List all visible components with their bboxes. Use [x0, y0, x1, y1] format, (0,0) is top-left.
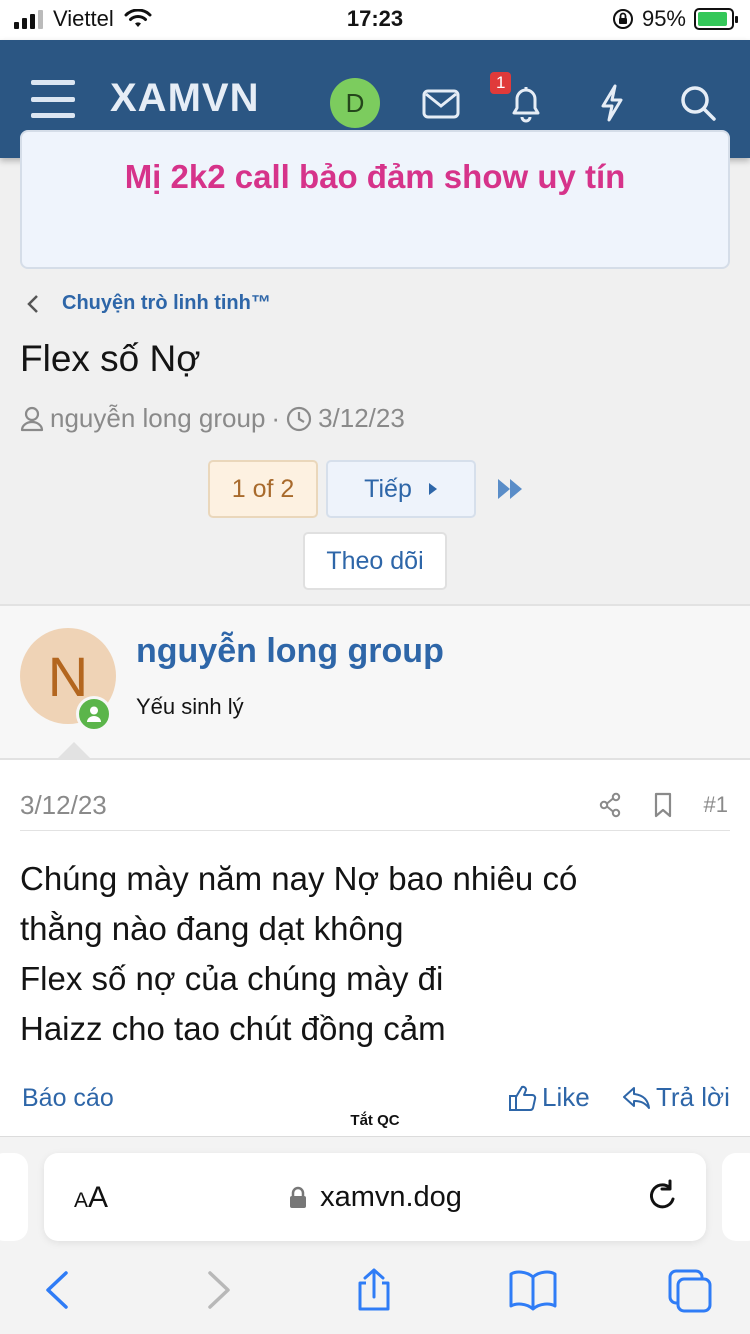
ad-toggle[interactable]: Tắt QC	[330, 1108, 420, 1133]
report-link[interactable]: Báo cáo	[22, 1084, 114, 1113]
breadcrumb-forum[interactable]: Chuyện trò linh tinh™	[62, 292, 271, 315]
lock-icon	[290, 1186, 307, 1208]
last-page-icon[interactable]	[494, 475, 528, 503]
bell-icon[interactable]	[505, 80, 547, 126]
share-sheet-icon[interactable]	[352, 1267, 396, 1313]
search-icon[interactable]	[676, 80, 720, 126]
bookmarks-icon[interactable]	[508, 1267, 558, 1313]
post-line: thằng nào đang dạt không	[20, 910, 404, 947]
post-divider	[20, 830, 730, 831]
browser-toolbar: AA xamvn.dog	[0, 1136, 750, 1334]
ad-banner[interactable]: Mị 2k2 call bảo đảm show uy tín	[20, 130, 730, 269]
post-number[interactable]: #1	[704, 792, 728, 818]
status-right: 95%	[612, 6, 738, 32]
caret-right-icon	[428, 483, 437, 495]
like-label: Like	[542, 1082, 590, 1112]
reply-label: Trả lời	[656, 1082, 730, 1112]
back-icon[interactable]	[36, 1267, 80, 1313]
post-line: Haizz cho tao chút đồng cảm	[20, 1010, 446, 1047]
url-text: xamvn.dog	[320, 1181, 462, 1213]
page-selector[interactable]: 1 of 2	[208, 460, 318, 518]
bolt-icon[interactable]	[592, 80, 632, 126]
site-logo[interactable]: XAMVN	[110, 76, 259, 121]
battery-percent: 95%	[641, 6, 686, 31]
share-icon[interactable]	[598, 792, 622, 818]
thread-date[interactable]: 3/12/23	[318, 403, 405, 434]
breadcrumb[interactable]: Chuyện trò linh tinh™	[26, 292, 271, 315]
online-status-icon	[76, 696, 112, 732]
post-line: Chúng mày năm nay Nợ bao nhiêu có	[20, 860, 578, 897]
post-body: Chúng mày năm nay Nợ bao nhiêu có thằng …	[20, 854, 577, 1054]
account-avatar[interactable]: D	[330, 78, 380, 128]
battery-icon	[694, 8, 738, 30]
follow-button[interactable]: Theo dõi	[303, 532, 447, 590]
user-title: Yếu sinh lý	[136, 694, 244, 719]
next-page-button[interactable]: Tiếp	[326, 460, 476, 518]
tabs-icon[interactable]	[666, 1267, 714, 1313]
url-display[interactable]: xamvn.dog	[44, 1181, 706, 1214]
post-line: Flex số nợ của chúng mày đi	[20, 960, 444, 997]
like-button[interactable]: Like	[508, 1082, 590, 1113]
reply-button[interactable]: Trả lời	[622, 1082, 730, 1113]
banner-text: Mị 2k2 call bảo đảm show uy tín	[124, 158, 626, 195]
post-date[interactable]: 3/12/23	[20, 790, 107, 821]
address-bar[interactable]: AA xamvn.dog	[44, 1153, 706, 1241]
next-page-label: Tiếp	[364, 474, 412, 503]
chevron-left-icon	[27, 294, 38, 313]
page-title: Flex số Nợ	[20, 338, 201, 379]
notification-badge: 1	[490, 72, 512, 94]
next-tab-edge[interactable]	[722, 1153, 750, 1241]
clock-icon	[286, 406, 312, 431]
post-actions: #1	[598, 792, 728, 818]
thread-author[interactable]: nguyễn long group	[50, 403, 265, 434]
previous-tab-edge[interactable]	[0, 1153, 28, 1241]
username[interactable]: nguyễn long group	[136, 632, 444, 671]
status-bar: Viettel 17:23 95%	[0, 0, 750, 40]
reply-icon	[623, 1086, 650, 1109]
post-user-block: N nguyễn long group Yếu sinh lý	[0, 604, 750, 760]
user-icon	[20, 406, 44, 431]
orientation-lock-icon	[612, 9, 633, 29]
forward-icon[interactable]	[196, 1267, 240, 1313]
mail-icon[interactable]	[420, 84, 462, 124]
reload-icon[interactable]	[644, 1177, 680, 1217]
menu-icon[interactable]	[30, 80, 76, 118]
user-block-pointer	[54, 742, 94, 762]
meta-separator: ·	[271, 403, 281, 433]
post: 3/12/23 #1 Chúng mày năm nay Nợ bao nhiê…	[0, 760, 750, 1136]
thread-meta: nguyễn long group · 3/12/23	[20, 403, 405, 434]
thumbs-up-icon	[509, 1085, 537, 1111]
bookmark-icon[interactable]	[652, 792, 674, 818]
